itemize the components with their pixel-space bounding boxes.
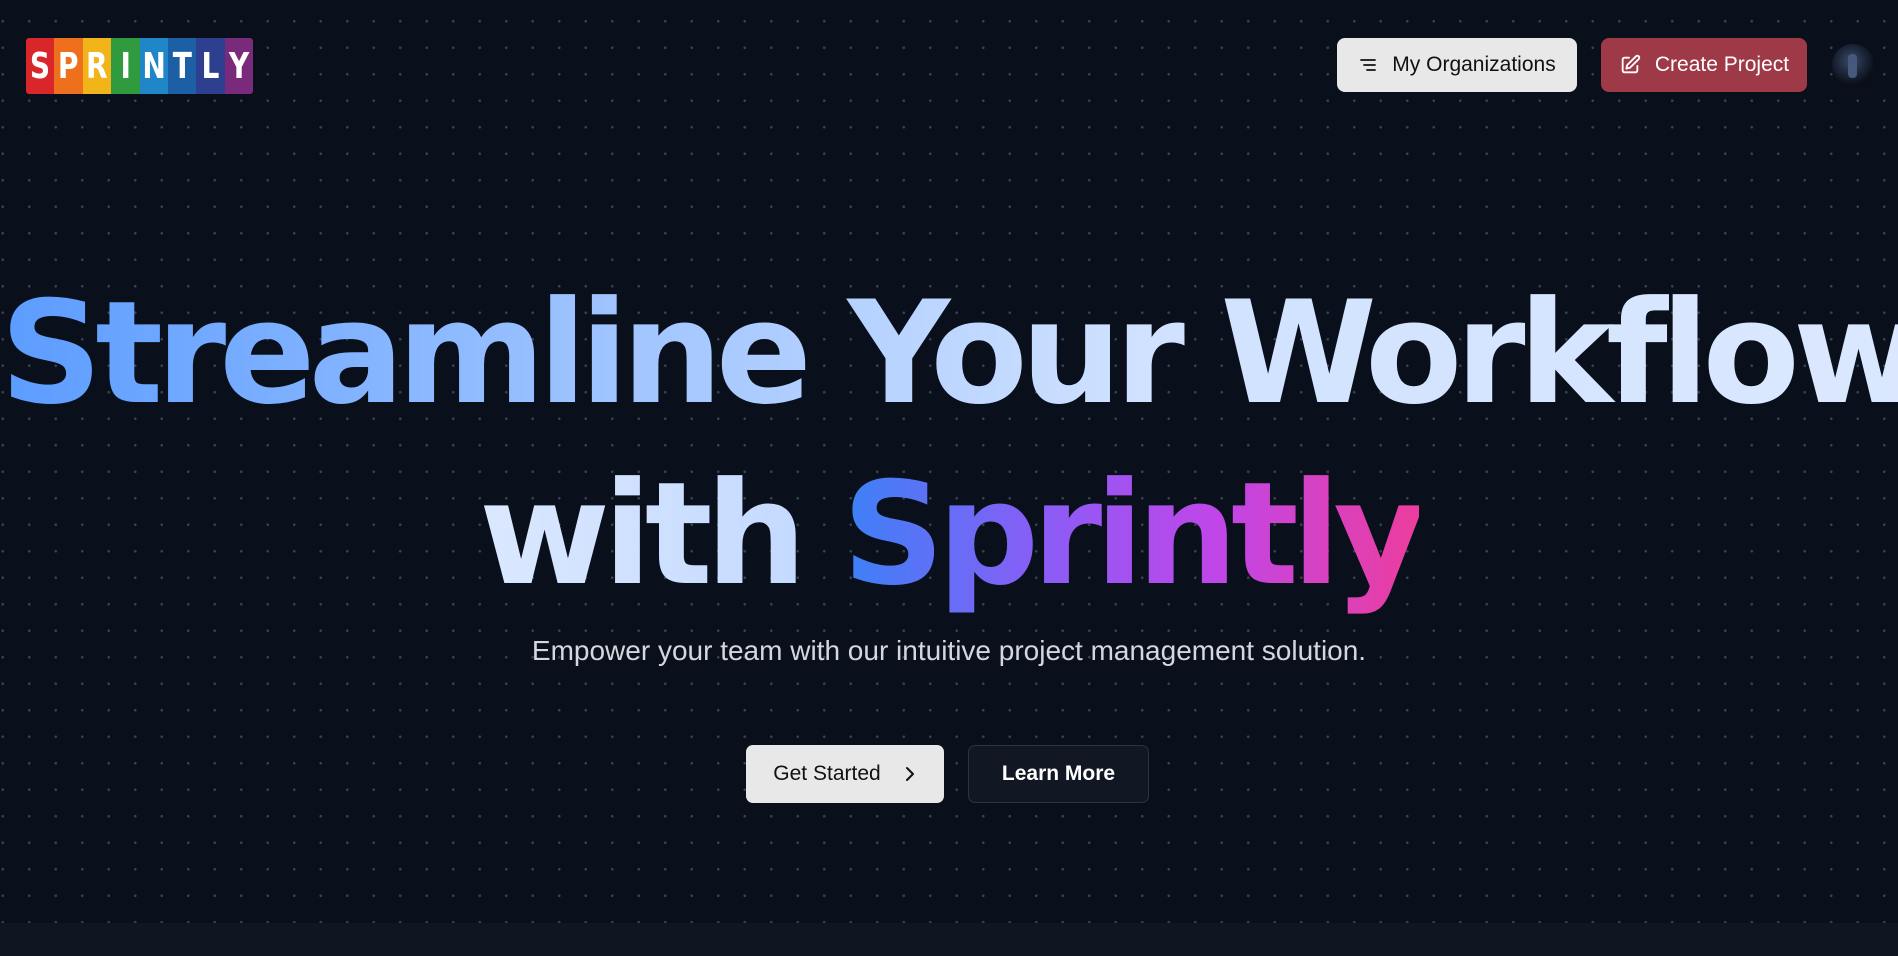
my-organizations-label: My Organizations (1392, 53, 1556, 76)
headline-with-text: with (478, 452, 807, 617)
logo-letter-tile: T (167, 38, 197, 94)
hero-headline-line-2: with Sprintly (0, 464, 1898, 606)
logo-letter: N (142, 45, 166, 87)
create-project-button[interactable]: Create Project (1601, 38, 1807, 92)
logo-letter: T (172, 45, 192, 87)
logo-letter: Y (228, 45, 250, 87)
list-filter-icon (1358, 55, 1378, 75)
my-organizations-button[interactable]: My Organizations (1337, 38, 1577, 92)
logo-letter-tile: Y (224, 38, 254, 94)
edit-icon (1619, 54, 1641, 76)
get-started-label: Get Started (773, 762, 881, 785)
logo-letter: I (120, 45, 131, 87)
headline-streamline-text: Streamline Your Workflow (0, 271, 1898, 436)
logo-letter-tile: S (26, 38, 55, 94)
logo-letter-tile: P (54, 38, 83, 94)
headline-brand-text: Sprintly (842, 452, 1426, 617)
learn-more-label: Learn More (1001, 762, 1116, 785)
logo-letter: S (30, 45, 51, 87)
logo-letter-tile: I (111, 38, 140, 94)
logo-letter: R (86, 45, 108, 87)
logo-letter: P (58, 45, 79, 87)
user-avatar[interactable] (1832, 44, 1874, 86)
get-started-button[interactable]: Get Started (746, 745, 944, 803)
hero-headline-line-1: Streamline Your Workflow (0, 283, 1898, 425)
hero-subtitle: Empower your team with our intuitive pro… (531, 635, 1367, 666)
logo-letter-tile: N (139, 38, 168, 94)
footer-band (0, 923, 1898, 956)
logo-letter-tile: L (196, 38, 225, 94)
landing-page: SPRINTLY My Organizations Create Project… (0, 0, 1898, 956)
sprintly-logo[interactable]: SPRINTLY (26, 38, 254, 94)
create-project-label: Create Project (1654, 53, 1790, 76)
logo-letter-tile: R (82, 38, 112, 94)
logo-letter: L (201, 45, 220, 87)
chevron-right-icon (903, 765, 917, 783)
learn-more-button[interactable]: Learn More (968, 745, 1149, 803)
